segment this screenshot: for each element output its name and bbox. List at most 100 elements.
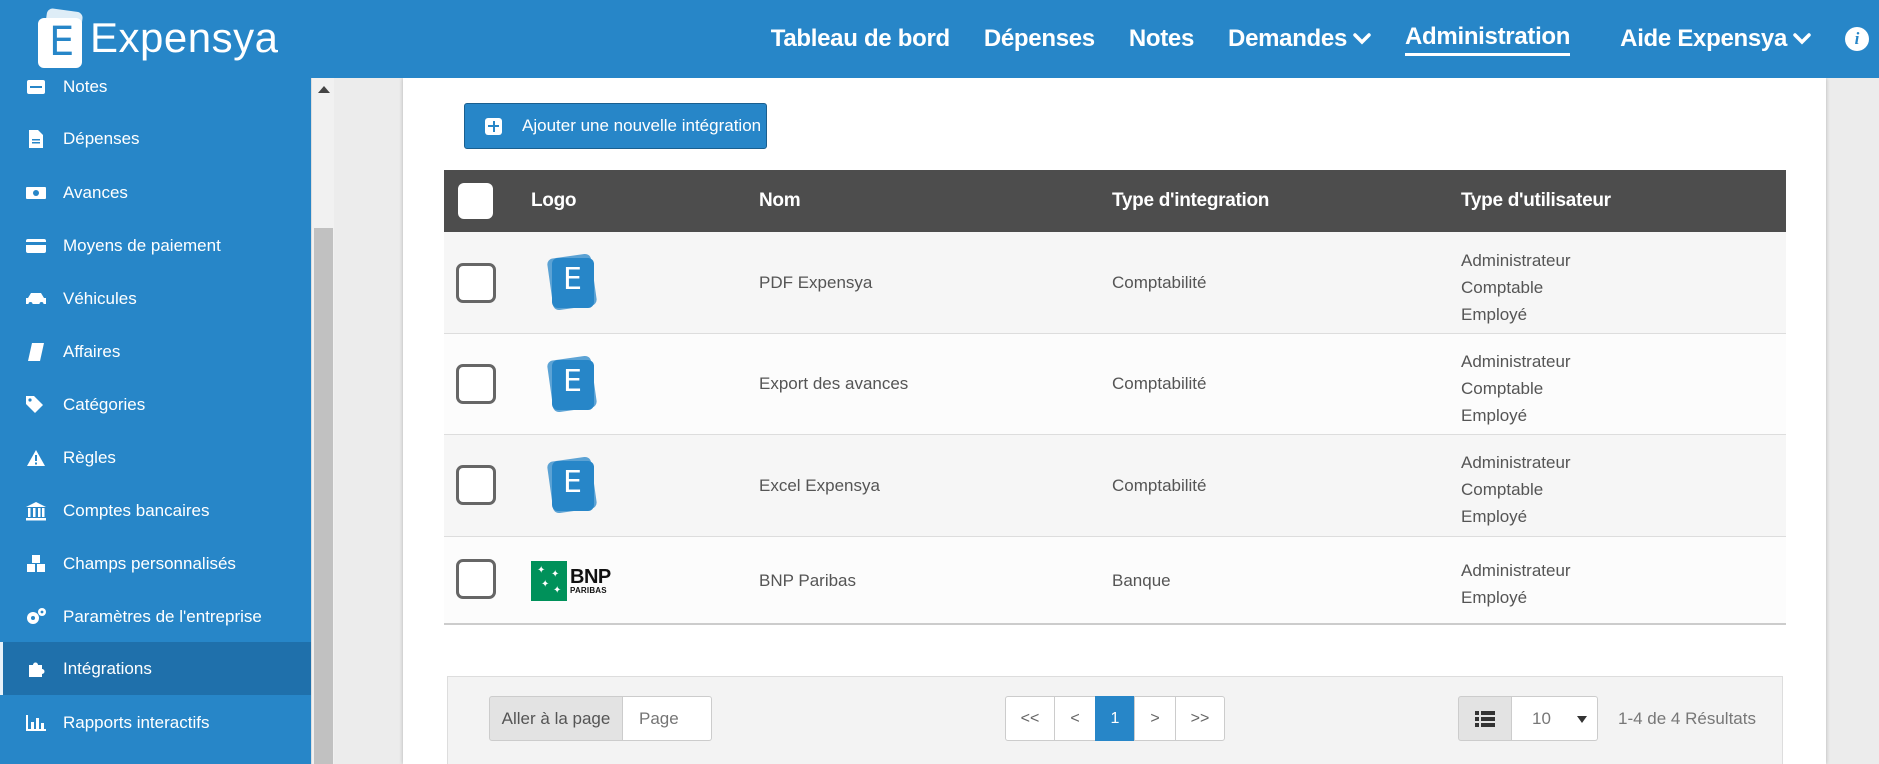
user-types: Administrateur Comptable Employé bbox=[1461, 348, 1571, 429]
sidebar-item-custom-fields[interactable]: Champs personnalisés bbox=[0, 537, 311, 590]
user-type: Comptable bbox=[1461, 379, 1544, 398]
current-page-button[interactable]: 1 bbox=[1095, 696, 1135, 741]
sidebar-item-payment-methods[interactable]: Moyens de paiement bbox=[0, 219, 311, 272]
sidebar-item-label: Avances bbox=[63, 182, 128, 202]
sidebar-item-bank-accounts[interactable]: Comptes bancaires bbox=[0, 484, 311, 537]
nav-requests-label: Demandes bbox=[1228, 25, 1348, 52]
sidebar-item-label: Champs personnalisés bbox=[63, 553, 236, 573]
row-checkbox[interactable] bbox=[456, 465, 496, 505]
plus-square-icon bbox=[485, 117, 502, 135]
sidebar-item-label: Dépenses bbox=[63, 128, 140, 148]
sidebar-item-label: Règles bbox=[63, 447, 116, 467]
user-types: Administrateur Employé bbox=[1461, 557, 1571, 611]
sidebar-scrollbar[interactable] bbox=[311, 78, 334, 764]
sidebar: Notes Dépenses Avances Moyens de paiemen… bbox=[0, 60, 311, 764]
add-integration-button[interactable]: Ajouter une nouvelle intégration bbox=[464, 103, 767, 149]
row-checkbox[interactable] bbox=[456, 559, 496, 599]
go-to-page-button[interactable]: Aller à la page bbox=[489, 696, 623, 741]
sidebar-item-integrations[interactable]: Intégrations bbox=[0, 642, 311, 695]
scrollbar-thumb[interactable] bbox=[314, 228, 333, 764]
sidebar-item-vehicles[interactable]: Véhicules bbox=[0, 272, 311, 325]
table-row[interactable]: ✦ ✦ ✦ ✦ BNP PARIBAS BNP Paribas Banque Admi… bbox=[444, 537, 1786, 625]
book-icon bbox=[25, 342, 47, 362]
table-header: Logo Nom Type d'integration Type d'utili… bbox=[444, 170, 1786, 232]
select-all-checkbox[interactable] bbox=[458, 183, 493, 219]
integration-type: Banque bbox=[1112, 571, 1171, 590]
sidebar-item-label: Catégories bbox=[63, 394, 146, 414]
bnp-stars-icon: ✦ ✦ ✦ ✦ bbox=[531, 561, 567, 601]
user-type: Comptable bbox=[1461, 278, 1544, 297]
integration-name: Excel Expensya bbox=[759, 476, 880, 495]
integration-type: Comptabilité bbox=[1112, 476, 1207, 495]
table-row[interactable]: E Export des avances Comptabilité Admini… bbox=[444, 334, 1786, 435]
page-number-input[interactable] bbox=[623, 696, 712, 741]
column-header-name[interactable]: Nom bbox=[759, 190, 801, 212]
sidebar-item-label: Véhicules bbox=[63, 288, 137, 308]
brand-logo[interactable]: E Expensya bbox=[36, 7, 278, 68]
expensya-logo-icon: E bbox=[36, 7, 86, 68]
chevron-down-icon bbox=[1793, 33, 1811, 45]
integration-name: PDF Expensya bbox=[759, 273, 873, 292]
bnp-logo-text: BNP bbox=[570, 566, 611, 588]
car-icon bbox=[25, 289, 47, 309]
expensya-logo-icon: E bbox=[546, 354, 598, 414]
integration-name: Export des avances bbox=[759, 374, 909, 393]
cogs-icon bbox=[25, 607, 47, 627]
user-type: Employé bbox=[1461, 588, 1528, 607]
last-page-button[interactable]: >> bbox=[1175, 696, 1225, 741]
user-type: Administrateur bbox=[1461, 561, 1571, 580]
column-header-integration-type[interactable]: Type d'integration bbox=[1112, 190, 1269, 212]
scroll-up-arrow-icon[interactable] bbox=[318, 86, 330, 93]
first-page-button[interactable]: << bbox=[1005, 696, 1055, 741]
row-checkbox[interactable] bbox=[456, 364, 496, 404]
sidebar-item-label: Notes bbox=[63, 76, 108, 96]
table-row[interactable]: E Excel Expensya Comptabilité Administra… bbox=[444, 435, 1786, 537]
integration-type: Comptabilité bbox=[1112, 273, 1207, 292]
puzzle-icon bbox=[25, 659, 47, 679]
sidebar-item-advances[interactable]: Avances bbox=[0, 166, 311, 219]
info-icon[interactable]: i bbox=[1845, 27, 1869, 51]
user-type: Administrateur bbox=[1461, 352, 1571, 371]
previous-page-button[interactable]: < bbox=[1054, 696, 1096, 741]
table-row[interactable]: E PDF Expensya Comptabilité Administrate… bbox=[444, 232, 1786, 334]
sidebar-item-expenses[interactable]: Dépenses bbox=[0, 112, 311, 165]
next-page-button[interactable]: > bbox=[1134, 696, 1176, 741]
integration-name: BNP Paribas bbox=[759, 571, 857, 590]
expensya-logo-icon: E bbox=[546, 252, 598, 312]
cubes-icon bbox=[25, 554, 47, 574]
page-size-select[interactable]: 10 bbox=[1512, 696, 1598, 741]
credit-card-icon bbox=[25, 236, 47, 256]
nav-expenses[interactable]: Dépenses bbox=[984, 25, 1095, 53]
column-header-user-type[interactable]: Type d'utilisateur bbox=[1461, 190, 1611, 212]
row-checkbox[interactable] bbox=[456, 263, 496, 303]
pager: << < 1 > >> bbox=[1005, 696, 1225, 741]
bar-chart-icon bbox=[25, 713, 47, 733]
nav-help-label: Aide Expensya bbox=[1620, 25, 1787, 52]
user-type: Employé bbox=[1461, 406, 1528, 425]
nav-administration[interactable]: Administration bbox=[1405, 23, 1570, 56]
tags-icon bbox=[25, 395, 47, 415]
caret-down-icon bbox=[1577, 716, 1587, 723]
bank-icon bbox=[25, 501, 47, 521]
nav-dashboard[interactable]: Tableau de bord bbox=[771, 25, 950, 53]
nav-help[interactable]: Aide Expensya bbox=[1620, 25, 1811, 53]
sidebar-item-categories[interactable]: Catégories bbox=[0, 378, 311, 431]
sidebar-item-projects[interactable]: Affaires bbox=[0, 325, 311, 378]
results-count: 1-4 de 4 Résultats bbox=[1618, 709, 1756, 728]
page-size-value: 10 bbox=[1532, 708, 1551, 728]
nav-requests[interactable]: Demandes bbox=[1228, 25, 1371, 53]
sidebar-item-label: Moyens de paiement bbox=[63, 235, 221, 255]
sidebar-item-rules[interactable]: Règles bbox=[0, 431, 311, 484]
money-icon bbox=[25, 183, 47, 203]
user-type: Administrateur bbox=[1461, 453, 1571, 472]
sidebar-item-interactive-reports[interactable]: Rapports interactifs bbox=[0, 696, 311, 749]
main-nav: Tableau de bord Dépenses Notes Demandes … bbox=[771, 0, 1879, 78]
file-icon bbox=[25, 129, 47, 149]
list-icon[interactable] bbox=[1458, 696, 1512, 741]
warning-icon bbox=[25, 448, 47, 468]
go-to-page: Aller à la page bbox=[489, 696, 712, 741]
bnp-paribas-logo: ✦ ✦ ✦ ✦ BNP PARIBAS bbox=[531, 561, 613, 601]
nav-notes[interactable]: Notes bbox=[1129, 25, 1194, 53]
column-header-logo: Logo bbox=[531, 190, 577, 211]
sidebar-item-company-settings[interactable]: Paramètres de l'entreprise bbox=[0, 590, 311, 643]
